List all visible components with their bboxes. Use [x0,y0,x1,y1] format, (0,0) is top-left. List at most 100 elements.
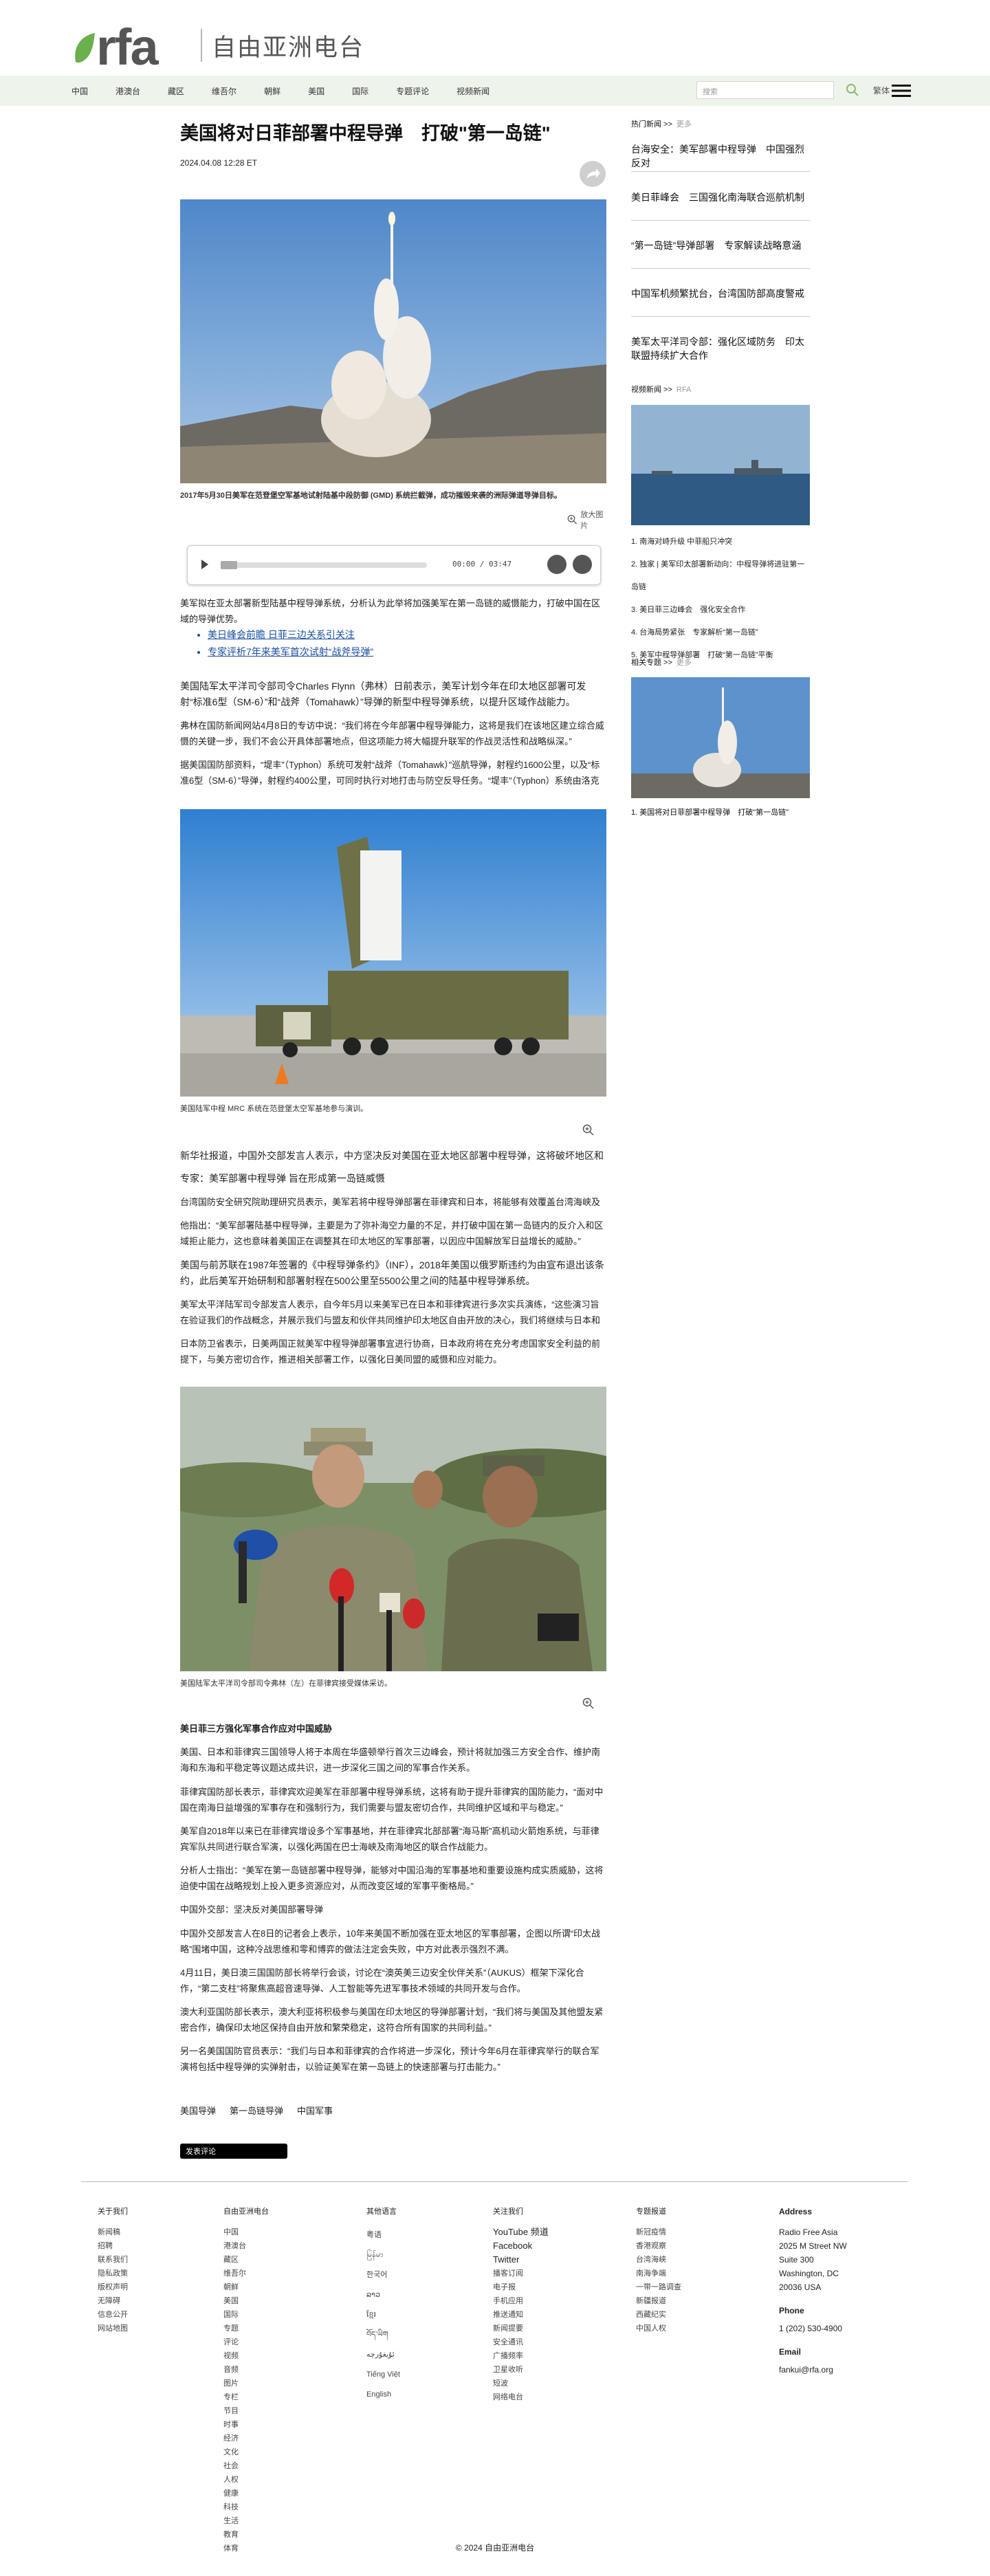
footer-link[interactable]: 手机应用 [493,2294,549,2308]
footer-language-link[interactable]: 粤语 [366,2225,400,2245]
footer-link[interactable]: 时事 [223,2418,269,2432]
footer-link[interactable]: 维吾尔 [223,2267,269,2280]
nav-item-international[interactable]: 国际 [352,85,368,97]
footer-language-link[interactable]: English [366,2385,400,2405]
nav-item-uyghur[interactable]: 维吾尔 [212,85,236,97]
search-input[interactable]: 搜索 [696,81,834,99]
footer-link[interactable]: 网络电台 [493,2390,549,2404]
footer-link[interactable]: 朝鲜 [223,2280,269,2294]
sidebar-story[interactable]: 中国军机频繁扰台，台湾国防部高度警戒 [631,287,810,300]
download-icon[interactable] [573,555,592,574]
footer-link[interactable]: 电子报 [493,2280,549,2294]
video-list-item[interactable]: 3. 美日菲三边峰会 强化安全合作 [631,599,810,621]
footer-link[interactable]: 美国 [223,2294,269,2308]
phone-number[interactable]: 1 (202) 530-4900 [779,2322,847,2335]
footer-link[interactable]: 生活 [223,2514,269,2528]
video-list-item[interactable]: 2. 独家 | 美军印太部署新动向：中程导弹将进驻第一岛链 [631,553,810,599]
facebook-link[interactable]: Facebook [493,2239,549,2253]
footer-link[interactable]: 播客订阅 [493,2267,549,2280]
related-link-2[interactable]: 专家评析7年来美军首次试射“战斧导弹” [208,646,373,657]
footer-link[interactable]: 新闻稿 [98,2225,128,2239]
sidebar-heading-more[interactable]: 更多 [676,659,692,667]
play-icon[interactable] [201,560,208,569]
sidebar-heading-more[interactable]: 更多 [676,120,692,129]
footer-link[interactable]: 南海争端 [636,2267,681,2280]
footer-link[interactable]: 招聘 [98,2239,128,2253]
nav-item-korea[interactable]: 朝鲜 [264,85,280,97]
footer-link[interactable]: 版权声明 [98,2280,128,2294]
footer-link[interactable]: 卫星收听 [493,2363,549,2377]
podcast-icon[interactable] [547,555,566,574]
footer-link[interactable]: 科技 [223,2500,269,2514]
footer-link[interactable]: 信息公开 [98,2308,128,2322]
footer-link[interactable]: 新闻提要 [493,2322,549,2335]
nav-item-video[interactable]: 视频新闻 [456,85,490,97]
footer-link[interactable]: 中国 [223,2225,269,2239]
hamburger-menu-icon[interactable] [892,84,911,98]
video-list-item[interactable]: 4. 台海局势紧张 专家解析“第一岛链” [631,621,810,644]
footer-link[interactable]: 社会 [223,2459,269,2473]
audio-progress-track[interactable] [221,562,427,568]
footer-link[interactable]: 新疆报道 [636,2294,681,2308]
footer-link[interactable]: 台湾海峡 [636,2253,681,2267]
video-list-item[interactable]: 1. 南海对峙升级 中菲船只冲突 [631,531,810,553]
search-icon[interactable] [846,83,859,97]
footer-link[interactable]: 视频 [223,2349,269,2363]
email-link[interactable]: fankui@rfa.org [779,2363,847,2377]
footer-link[interactable]: 经济 [223,2432,269,2445]
related-link-1[interactable]: 美日峰会前瞻 日菲三边关系引关注 [208,629,355,640]
footer-language-link[interactable]: ລາວ [366,2285,400,2305]
nav-item-usa[interactable]: 美国 [308,85,324,97]
footer-link[interactable]: 广播频率 [493,2349,549,2363]
language-switch[interactable]: 繁体 [873,85,890,96]
footer-link[interactable]: 短波 [493,2377,549,2390]
comment-button[interactable]: 发表评论 [180,2144,287,2159]
sidebar-story[interactable]: 台海安全：美军部署中程导弹 中国强烈反对 [631,142,810,170]
sidebar-story[interactable]: 美日菲峰会 三国强化南海联合巡航机制 [631,190,810,204]
nav-item-hk-macau-taiwan[interactable]: 港澳台 [116,85,140,97]
nav-item-tibet[interactable]: 藏区 [168,85,184,97]
tag-link[interactable]: 美国导弹 [180,2104,216,2117]
sidebar-story[interactable]: “第一岛链”导弹部署 专家解读战略意涵 [631,239,810,252]
footer-link[interactable]: 无障碍 [98,2294,128,2308]
zoom-button[interactable] [582,1697,595,1710]
nav-item-commentary[interactable]: 专题评论 [396,85,429,97]
sidebar-heading-more[interactable]: RFA [676,386,691,394]
share-button[interactable] [580,161,606,187]
footer-link[interactable]: 图片 [223,2377,269,2390]
footer-link[interactable]: 专题 [223,2322,269,2335]
footer-link[interactable]: 香港观察 [636,2239,681,2253]
footer-link[interactable]: 国际 [223,2308,269,2322]
twitter-link[interactable]: Twitter [493,2253,549,2267]
warship-video-thumbnail[interactable] [631,405,810,525]
footer-language-link[interactable]: 한국어 [366,2265,400,2285]
footer-link[interactable]: 文化 [223,2445,269,2459]
footer-link[interactable]: 联系我们 [98,2253,128,2267]
nav-item-china[interactable]: 中国 [72,85,88,97]
footer-link[interactable]: 评论 [223,2335,269,2349]
audio-progress-handle[interactable] [221,561,237,569]
footer-link[interactable]: 健康 [223,2487,269,2500]
footer-link[interactable]: 网站地图 [98,2322,128,2335]
sidebar-story[interactable]: 美军太平洋司令部：强化区域防务 印太联盟持续扩大合作 [631,335,810,362]
zoom-button[interactable] [582,1124,595,1136]
footer-link[interactable]: 港澳台 [223,2239,269,2253]
youtube-link[interactable]: YouTube 频道 [493,2225,549,2239]
footer-link[interactable]: 节目 [223,2404,269,2418]
footer-language-link[interactable]: Tiếng Việt [366,2365,400,2385]
footer-link[interactable]: 教育 [223,2528,269,2542]
footer-link[interactable]: 音频 [223,2363,269,2377]
footer-language-link[interactable]: ئۇيغۇرچە [366,2345,400,2365]
missile-launch-thumbnail[interactable] [631,677,810,798]
site-logo[interactable]: rfa 自由亚洲电台 [72,18,364,73]
footer-link[interactable]: 人权 [223,2473,269,2487]
footer-link[interactable]: 一带一路调查 [636,2280,681,2294]
tag-link[interactable]: 中国军事 [297,2104,333,2117]
footer-link[interactable]: 推送通知 [493,2308,549,2322]
footer-link[interactable]: 隐私政策 [98,2267,128,2280]
footer-link[interactable]: 中国人权 [636,2322,681,2335]
footer-link[interactable]: 西藏纪实 [636,2308,681,2322]
footer-link[interactable]: 专栏 [223,2390,269,2404]
footer-language-link[interactable]: မြန်မာ [366,2245,400,2265]
tag-link[interactable]: 第一岛链导弹 [230,2104,283,2117]
